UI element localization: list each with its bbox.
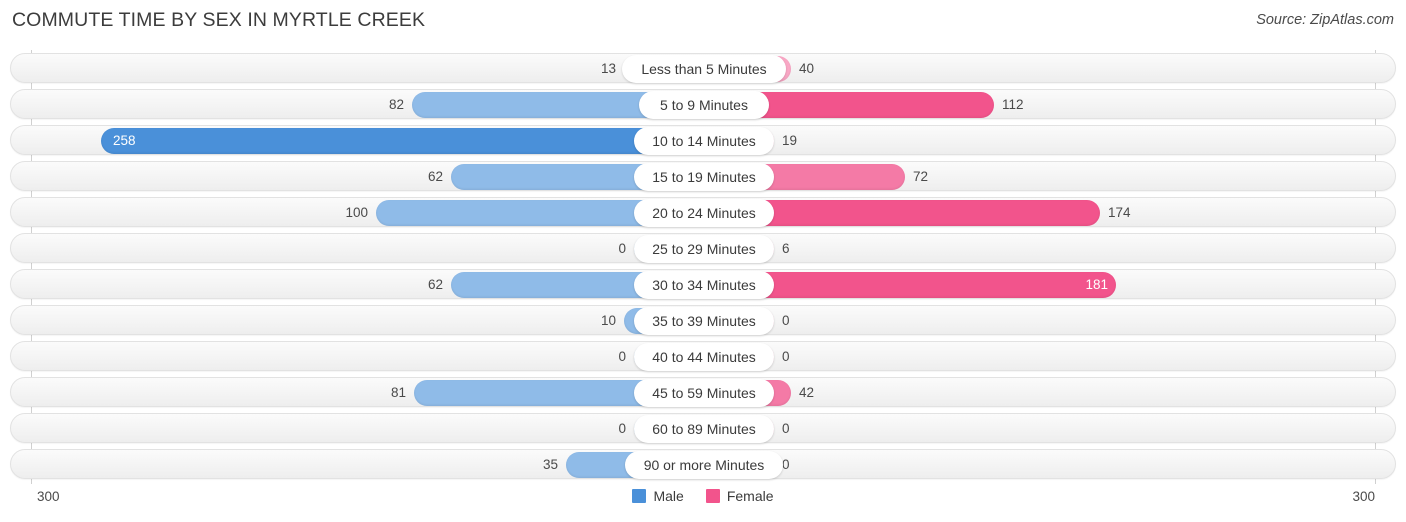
legend-label: Female bbox=[726, 488, 774, 505]
category-label: 40 to 44 Minutes bbox=[634, 343, 774, 371]
bar-male bbox=[101, 128, 704, 154]
category-label: 30 to 34 Minutes bbox=[634, 271, 774, 299]
page-title: COMMUTE TIME BY SEX IN MYRTLE CREEK bbox=[12, 9, 426, 31]
value-label-male: 62 bbox=[427, 169, 443, 184]
value-label-female: 174 bbox=[1108, 205, 1131, 220]
category-label: 45 to 59 Minutes bbox=[634, 379, 774, 407]
category-label: 15 to 19 Minutes bbox=[634, 163, 774, 191]
value-label-male: 10 bbox=[600, 313, 616, 328]
legend-label: Male bbox=[653, 488, 684, 505]
value-label-female: 112 bbox=[1002, 97, 1024, 112]
value-label-female: 0 bbox=[782, 349, 790, 364]
value-label-female: 6 bbox=[782, 241, 790, 256]
table-row: 35 0 90 or more Minutes bbox=[10, 449, 1396, 479]
value-label-male: 0 bbox=[618, 349, 626, 364]
value-label-female: 0 bbox=[782, 313, 790, 328]
value-label-female: 0 bbox=[782, 457, 790, 472]
chart-legend: Male Female bbox=[0, 487, 1406, 504]
value-label-male: 0 bbox=[618, 241, 626, 256]
table-row: 0 0 40 to 44 Minutes bbox=[10, 341, 1396, 371]
value-label-male: 35 bbox=[542, 457, 558, 472]
category-label: 60 to 89 Minutes bbox=[634, 415, 774, 443]
table-row: 0 0 60 to 89 Minutes bbox=[10, 413, 1396, 443]
category-label: 10 to 14 Minutes bbox=[634, 127, 774, 155]
value-label-female: 0 bbox=[782, 421, 790, 436]
value-label-male: 258 bbox=[113, 133, 136, 148]
category-label: 5 to 9 Minutes bbox=[639, 91, 769, 119]
value-label-male: 0 bbox=[618, 421, 626, 436]
value-label-male: 100 bbox=[345, 205, 368, 220]
value-label-male: 62 bbox=[427, 277, 443, 292]
value-label-male: 81 bbox=[390, 385, 406, 400]
category-label: 90 or more Minutes bbox=[625, 451, 783, 479]
category-label: 35 to 39 Minutes bbox=[634, 307, 774, 335]
value-label-male: 82 bbox=[388, 97, 404, 112]
chart-header: COMMUTE TIME BY SEX IN MYRTLE CREEK Sour… bbox=[0, 0, 1406, 44]
category-label: 20 to 24 Minutes bbox=[634, 199, 774, 227]
source-attribution: Source: ZipAtlas.com bbox=[1256, 12, 1394, 28]
table-row: 81 42 45 to 59 Minutes bbox=[10, 377, 1396, 407]
table-row: 10 0 35 to 39 Minutes bbox=[10, 305, 1396, 335]
legend-swatch-icon bbox=[705, 489, 720, 504]
category-label: Less than 5 Minutes bbox=[622, 55, 786, 83]
table-row: 62 181 30 to 34 Minutes bbox=[10, 269, 1396, 299]
table-row: 0 6 25 to 29 Minutes bbox=[10, 233, 1396, 263]
value-label-male: 13 bbox=[600, 61, 616, 76]
table-row: 62 72 15 to 19 Minutes bbox=[10, 161, 1396, 191]
table-row: 13 40 Less than 5 Minutes bbox=[10, 53, 1396, 83]
category-label: 25 to 29 Minutes bbox=[634, 235, 774, 263]
legend-item-male[interactable]: Male bbox=[632, 488, 684, 505]
chart-plot-area: 13 40 Less than 5 Minutes 82 112 5 to 9 Minut… bbox=[0, 50, 1406, 484]
table-row: 82 112 5 to 9 Minutes bbox=[10, 89, 1396, 119]
value-label-female: 181 bbox=[1085, 277, 1108, 292]
legend-item-female[interactable]: Female bbox=[705, 488, 774, 505]
chart-footer: 300 300 Male Female bbox=[0, 484, 1406, 522]
table-row: 258 19 10 to 14 Minutes bbox=[10, 125, 1396, 155]
value-label-female: 72 bbox=[913, 169, 929, 184]
value-label-female: 19 bbox=[782, 133, 798, 148]
value-label-female: 40 bbox=[799, 61, 815, 76]
table-row: 100 174 20 to 24 Minutes bbox=[10, 197, 1396, 227]
legend-swatch-icon bbox=[632, 489, 647, 504]
value-label-female: 42 bbox=[799, 385, 815, 400]
